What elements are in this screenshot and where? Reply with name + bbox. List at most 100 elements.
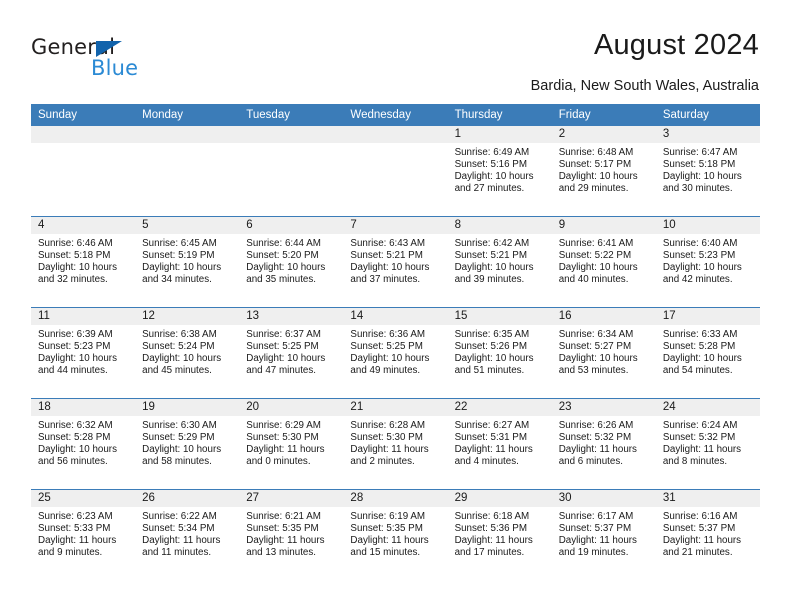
calendar-day-cell[interactable]: 4 Sunrise: 6:46 AM Sunset: 5:18 PM Daylight… bbox=[31, 216, 136, 308]
calendar-day-cell[interactable]: 17 Sunrise: 6:33 AM Sunset: 5:28 PM Dayligh… bbox=[655, 307, 760, 399]
day-details: Sunrise: 6:26 AM Sunset: 5:32 PM Daylight:… bbox=[552, 416, 656, 468]
calendar-day-cell[interactable]: 16 Sunrise: 6:34 AM Sunset: 5:27 PM Dayligh… bbox=[551, 307, 656, 399]
day-cell-inner: 22 Sunrise: 6:27 AM Sunset: 5:31 PM Dayligh… bbox=[447, 399, 552, 489]
sunrise-text: Sunrise: 6:28 AM bbox=[350, 420, 426, 431]
day-cell-inner: 3 Sunrise: 6:47 AM Sunset: 5:18 PM Daylight… bbox=[655, 126, 760, 216]
day-number: 14 bbox=[343, 308, 448, 325]
calendar-day-cell[interactable]: 10 Sunrise: 6:40 AM Sunset: 5:23 PM Dayligh… bbox=[655, 216, 760, 308]
daylight-text-line1: Daylight: 10 hours bbox=[558, 353, 638, 365]
day-details: Sunrise: 6:22 AM Sunset: 5:34 PM Daylight:… bbox=[135, 507, 239, 559]
sunset-text: Sunset: 5:20 PM bbox=[246, 250, 319, 262]
day-number: 29 bbox=[447, 490, 552, 507]
day-details: Sunrise: 6:24 AM Sunset: 5:32 PM Daylight:… bbox=[656, 416, 760, 468]
daylight-text-line1: Daylight: 10 hours bbox=[558, 262, 638, 274]
calendar-day-cell[interactable]: 2 Sunrise: 6:48 AM Sunset: 5:17 PM Daylight… bbox=[551, 126, 656, 217]
calendar-day-cell[interactable]: 27 Sunrise: 6:21 AM Sunset: 5:35 PM Dayligh… bbox=[239, 489, 344, 580]
day-details: Sunrise: 6:32 AM Sunset: 5:28 PM Daylight:… bbox=[31, 416, 135, 468]
calendar-day-cell[interactable]: 28 Sunrise: 6:19 AM Sunset: 5:35 PM Dayligh… bbox=[343, 489, 448, 580]
day-details: Sunrise: 6:44 AM Sunset: 5:20 PM Daylight:… bbox=[239, 234, 343, 286]
daylight-text-line2: and 42 minutes. bbox=[662, 274, 733, 286]
daylight-text-line1: Daylight: 11 hours bbox=[246, 535, 325, 547]
sunset-text: Sunset: 5:22 PM bbox=[558, 250, 632, 262]
calendar-day-cell[interactable]: 31 Sunrise: 6:16 AM Sunset: 5:37 PM Dayligh… bbox=[655, 489, 760, 580]
sunrise-text: Sunrise: 6:17 AM bbox=[558, 511, 634, 522]
calendar-day-cell[interactable]: 26 Sunrise: 6:22 AM Sunset: 5:34 PM Dayligh… bbox=[135, 489, 240, 580]
day-details: Sunrise: 6:29 AM Sunset: 5:30 PM Daylight:… bbox=[239, 416, 343, 468]
sunset-text: Sunset: 5:32 PM bbox=[662, 432, 736, 444]
calendar-day-cell[interactable]: 8 Sunrise: 6:42 AM Sunset: 5:21 PM Daylight… bbox=[447, 216, 552, 308]
daylight-text-line2: and 49 minutes. bbox=[350, 365, 421, 377]
day-cell-inner: 1 Sunrise: 6:49 AM Sunset: 5:16 PM Daylight… bbox=[447, 126, 552, 216]
daylight-text-line2: and 4 minutes. bbox=[454, 456, 519, 468]
day-cell-inner: 5 Sunrise: 6:45 AM Sunset: 5:19 PM Daylight… bbox=[135, 217, 240, 307]
calendar-day-cell[interactable]: 14 Sunrise: 6:36 AM Sunset: 5:25 PM Dayligh… bbox=[343, 307, 448, 399]
daylight-text-line1: Daylight: 10 hours bbox=[38, 262, 117, 274]
calendar-day-cell[interactable]: 21 Sunrise: 6:28 AM Sunset: 5:30 PM Dayligh… bbox=[343, 398, 448, 490]
daylight-text-line2: and 34 minutes. bbox=[142, 274, 212, 286]
calendar-day-cell[interactable]: 12 Sunrise: 6:38 AM Sunset: 5:24 PM Dayligh… bbox=[135, 307, 240, 399]
weekday-header-thursday: Thursday bbox=[447, 104, 552, 126]
daylight-text-line2: and 32 minutes. bbox=[38, 274, 108, 286]
day-number: 8 bbox=[447, 217, 552, 234]
day-cell-inner bbox=[343, 126, 448, 216]
sunrise-text: Sunrise: 6:47 AM bbox=[662, 147, 738, 158]
sunset-text: Sunset: 5:25 PM bbox=[350, 341, 423, 353]
sunset-text: Sunset: 5:23 PM bbox=[662, 250, 736, 262]
day-cell-inner: 21 Sunrise: 6:28 AM Sunset: 5:30 PM Dayligh… bbox=[343, 399, 448, 489]
sunset-text: Sunset: 5:26 PM bbox=[454, 341, 527, 353]
weekday-header-tuesday: Tuesday bbox=[239, 104, 344, 126]
sunset-text: Sunset: 5:24 PM bbox=[142, 341, 215, 353]
daylight-text-line1: Daylight: 11 hours bbox=[350, 535, 429, 547]
calendar-day-cell[interactable]: 19 Sunrise: 6:30 AM Sunset: 5:29 PM Dayligh… bbox=[135, 398, 240, 490]
sunset-text: Sunset: 5:23 PM bbox=[38, 341, 111, 353]
calendar-day-cell[interactable]: 7 Sunrise: 6:43 AM Sunset: 5:21 PM Daylight… bbox=[343, 216, 448, 308]
day-cell-inner: 11 Sunrise: 6:39 AM Sunset: 5:23 PM Dayligh… bbox=[31, 308, 136, 398]
daylight-text-line1: Daylight: 10 hours bbox=[38, 353, 117, 365]
sunrise-text: Sunrise: 6:36 AM bbox=[350, 329, 426, 340]
sunset-text: Sunset: 5:17 PM bbox=[558, 159, 632, 171]
day-details: Sunrise: 6:47 AM Sunset: 5:18 PM Daylight:… bbox=[656, 143, 760, 195]
sunrise-text: Sunrise: 6:29 AM bbox=[246, 420, 321, 431]
calendar-day-cell[interactable]: 1 Sunrise: 6:49 AM Sunset: 5:16 PM Daylight… bbox=[447, 126, 552, 217]
calendar-day-cell[interactable]: 9 Sunrise: 6:41 AM Sunset: 5:22 PM Daylight… bbox=[551, 216, 656, 308]
calendar-day-cell[interactable]: 6 Sunrise: 6:44 AM Sunset: 5:20 PM Daylight… bbox=[239, 216, 344, 308]
page-header: General Blue August 2024 Bardia, New Sou… bbox=[0, 0, 792, 100]
daylight-text-line2: and 58 minutes. bbox=[142, 456, 212, 468]
day-details: Sunrise: 6:46 AM Sunset: 5:18 PM Daylight:… bbox=[31, 234, 135, 286]
day-cell-inner: 30 Sunrise: 6:17 AM Sunset: 5:37 PM Dayligh… bbox=[551, 490, 656, 580]
calendar-day-cell[interactable]: 5 Sunrise: 6:45 AM Sunset: 5:19 PM Daylight… bbox=[135, 216, 240, 308]
day-cell-inner: 4 Sunrise: 6:46 AM Sunset: 5:18 PM Daylight… bbox=[31, 217, 136, 307]
daylight-text-line2: and 54 minutes. bbox=[662, 365, 733, 377]
calendar-day-cell[interactable]: 22 Sunrise: 6:27 AM Sunset: 5:31 PM Dayligh… bbox=[447, 398, 552, 490]
daylight-text-line1: Daylight: 10 hours bbox=[142, 353, 222, 365]
calendar-day-cell[interactable]: 13 Sunrise: 6:37 AM Sunset: 5:25 PM Dayligh… bbox=[239, 307, 344, 399]
daylight-text-line2: and 47 minutes. bbox=[246, 365, 316, 377]
sunset-text: Sunset: 5:28 PM bbox=[38, 432, 111, 444]
sunset-text: Sunset: 5:18 PM bbox=[38, 250, 111, 262]
calendar-day-cell[interactable]: 29 Sunrise: 6:18 AM Sunset: 5:36 PM Dayligh… bbox=[447, 489, 552, 580]
sunrise-text: Sunrise: 6:24 AM bbox=[662, 420, 738, 431]
calendar-day-cell[interactable]: 20 Sunrise: 6:29 AM Sunset: 5:30 PM Dayligh… bbox=[239, 398, 344, 490]
brand-logo[interactable]: General Blue bbox=[31, 36, 181, 82]
calendar-day-cell[interactable]: 15 Sunrise: 6:35 AM Sunset: 5:26 PM Dayligh… bbox=[447, 307, 552, 399]
day-cell-inner: 28 Sunrise: 6:19 AM Sunset: 5:35 PM Dayligh… bbox=[343, 490, 448, 580]
day-cell-inner: 31 Sunrise: 6:16 AM Sunset: 5:37 PM Dayligh… bbox=[655, 490, 760, 580]
calendar-day-cell[interactable]: 11 Sunrise: 6:39 AM Sunset: 5:23 PM Dayligh… bbox=[31, 307, 136, 399]
calendar-day-cell[interactable]: 24 Sunrise: 6:24 AM Sunset: 5:32 PM Dayligh… bbox=[655, 398, 760, 490]
calendar-day-cell[interactable]: 23 Sunrise: 6:26 AM Sunset: 5:32 PM Dayligh… bbox=[551, 398, 656, 490]
daylight-text-line2: and 45 minutes. bbox=[142, 365, 212, 377]
day-number bbox=[31, 126, 136, 143]
calendar-day-cell[interactable]: 25 Sunrise: 6:23 AM Sunset: 5:33 PM Dayligh… bbox=[31, 489, 136, 580]
daylight-text-line1: Daylight: 10 hours bbox=[558, 171, 638, 183]
day-cell-inner: 12 Sunrise: 6:38 AM Sunset: 5:24 PM Dayligh… bbox=[135, 308, 240, 398]
calendar-day-cell[interactable]: 18 Sunrise: 6:32 AM Sunset: 5:28 PM Dayligh… bbox=[31, 398, 136, 490]
daylight-text-line2: and 17 minutes. bbox=[454, 547, 525, 559]
daylight-text-line1: Daylight: 10 hours bbox=[350, 353, 430, 365]
sunrise-text: Sunrise: 6:41 AM bbox=[558, 238, 634, 249]
sunrise-text: Sunrise: 6:42 AM bbox=[454, 238, 530, 249]
page-title: August 2024 bbox=[593, 29, 759, 61]
calendar-day-cell[interactable]: 3 Sunrise: 6:47 AM Sunset: 5:18 PM Daylight… bbox=[655, 126, 760, 217]
day-details: Sunrise: 6:23 AM Sunset: 5:33 PM Daylight:… bbox=[31, 507, 135, 559]
calendar-day-cell[interactable]: 30 Sunrise: 6:17 AM Sunset: 5:37 PM Dayligh… bbox=[551, 489, 656, 580]
sunrise-text: Sunrise: 6:27 AM bbox=[454, 420, 530, 431]
